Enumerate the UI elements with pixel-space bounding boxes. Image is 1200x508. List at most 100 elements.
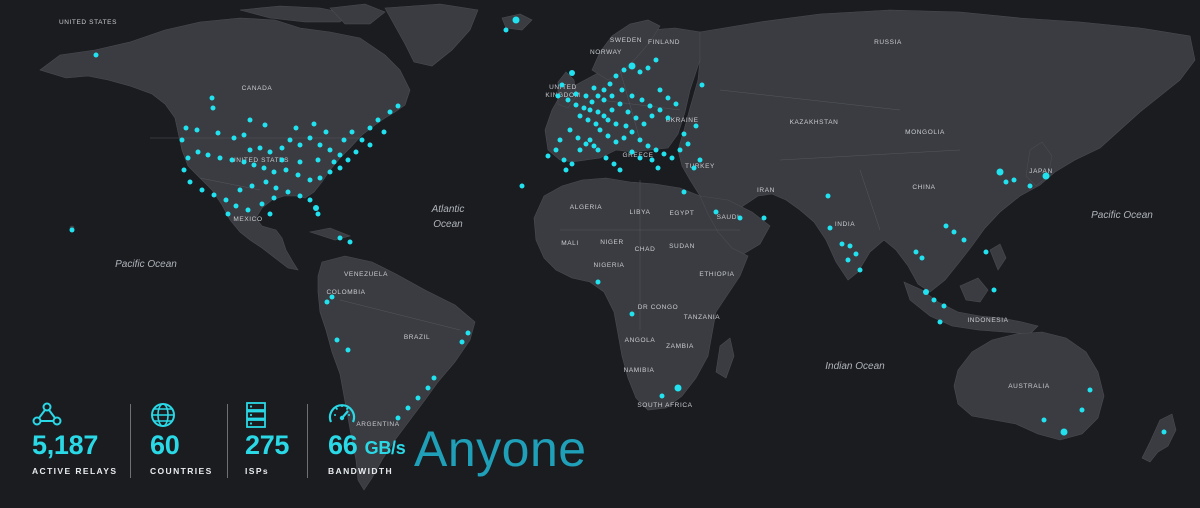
relay-dot <box>283 167 289 173</box>
relay-dot <box>593 121 599 127</box>
relay-dot <box>839 241 845 247</box>
relay-dot <box>327 147 333 153</box>
country-label-australia: AUSTRALIA <box>1008 383 1050 390</box>
relay-dot <box>629 311 635 317</box>
relay-dot <box>629 149 635 155</box>
country-label-sweden: SWEDEN <box>610 37 642 44</box>
stat-label: BANDWIDTH <box>328 466 394 476</box>
relay-dot <box>557 137 563 143</box>
relay-dot <box>561 157 567 163</box>
relay-dot <box>713 209 719 215</box>
relay-dot <box>587 137 593 143</box>
relay-dot <box>621 67 627 73</box>
relay-dot <box>641 121 647 127</box>
relay-dot <box>693 123 699 129</box>
relay-dot <box>617 101 623 107</box>
relay-dot <box>329 294 335 300</box>
relay-dot <box>937 319 943 325</box>
stat-divider <box>307 404 308 478</box>
stat-label: ISPs <box>245 466 270 476</box>
relay-dot <box>845 257 851 263</box>
relay-dot <box>395 103 401 109</box>
relay-dot <box>565 97 571 103</box>
country-label-south-africa: SOUTH AFRICA <box>637 402 692 409</box>
relay-dot <box>241 132 247 138</box>
relay-dot <box>315 211 321 217</box>
relay-dot <box>597 127 603 133</box>
country-label-kazakhstan: KAZAKHSTAN <box>790 119 839 126</box>
relay-dot <box>611 161 617 167</box>
relay-dot <box>225 211 231 217</box>
brand-wordmark: Anyone <box>414 421 587 477</box>
country-label-finland: FINLAND <box>648 39 680 46</box>
relay-dot <box>261 165 267 171</box>
country-label-brazil: BRAZIL <box>404 334 430 341</box>
country-label-india: INDIA <box>835 221 855 228</box>
country-label-sudan: SUDAN <box>669 243 695 250</box>
relay-dot <box>317 175 323 181</box>
ocean-label-pacific-west: Pacific Ocean <box>1091 210 1153 221</box>
stat-label: ACTIVE RELAYS <box>32 466 118 476</box>
relay-dot <box>337 235 343 241</box>
relay-dot <box>761 215 767 221</box>
relay-dot <box>825 193 831 199</box>
relay-dot <box>241 159 247 165</box>
relay-dot <box>595 147 601 153</box>
relay-dot <box>655 165 661 171</box>
relay-dot <box>415 395 421 401</box>
relay-dot <box>595 279 601 285</box>
relay-dot <box>669 155 675 161</box>
country-label-saudi: SAUDI <box>717 214 740 221</box>
relay-dot <box>613 121 619 127</box>
relay-dot <box>205 152 211 158</box>
relay-dot <box>293 125 299 131</box>
relay-dot <box>673 101 679 107</box>
relay-dot <box>609 107 615 113</box>
relay-dot <box>295 172 301 178</box>
relay-dot <box>585 117 591 123</box>
relay-dot <box>271 195 277 201</box>
relay-dot <box>223 197 229 203</box>
country-label-zambia: ZAMBIA <box>666 343 694 350</box>
country-label-norway: NORWAY <box>590 49 622 56</box>
relay-dot <box>591 143 597 149</box>
relay-dot <box>681 189 687 195</box>
relay-dot <box>913 249 919 255</box>
relay-dot <box>919 255 925 261</box>
relay-dot <box>577 147 583 153</box>
relay-dot <box>605 133 611 139</box>
ocean-label-atlantic: Atlantic <box>431 204 465 215</box>
network-icon <box>32 402 62 426</box>
server-icon <box>246 402 266 428</box>
relay-dot <box>317 142 323 148</box>
relay-dot <box>263 179 269 185</box>
relay-dot <box>187 179 193 185</box>
relay-dot <box>1161 429 1167 435</box>
relay-dot <box>681 131 687 137</box>
relay-dot <box>273 185 279 191</box>
stat-value: 66 GB/s <box>328 430 406 460</box>
stat-value: 60 <box>150 430 180 460</box>
relay-dot <box>353 149 359 155</box>
relay-dot <box>367 142 373 148</box>
relay-dot <box>923 289 929 295</box>
relay-dot <box>245 207 251 213</box>
country-label-canada: CANADA <box>242 85 273 92</box>
relay-dot <box>653 57 659 63</box>
relay-dot <box>331 159 337 165</box>
relay-dot <box>297 193 303 199</box>
stat-label: COUNTRIES <box>150 466 213 476</box>
relay-dot <box>661 151 667 157</box>
relay-dot <box>569 70 575 76</box>
relay-dot <box>583 93 589 99</box>
relay-dot <box>181 167 187 173</box>
relay-dot <box>307 197 313 203</box>
relay-dot <box>623 123 629 129</box>
relay-dot <box>575 135 581 141</box>
country-label-japan: JAPAN <box>1029 168 1052 175</box>
country-label-libya: LIBYA <box>630 209 651 216</box>
relay-dot <box>257 145 263 151</box>
relay-dot <box>649 113 655 119</box>
globe-icon <box>151 403 175 427</box>
relay-dot <box>659 393 665 399</box>
